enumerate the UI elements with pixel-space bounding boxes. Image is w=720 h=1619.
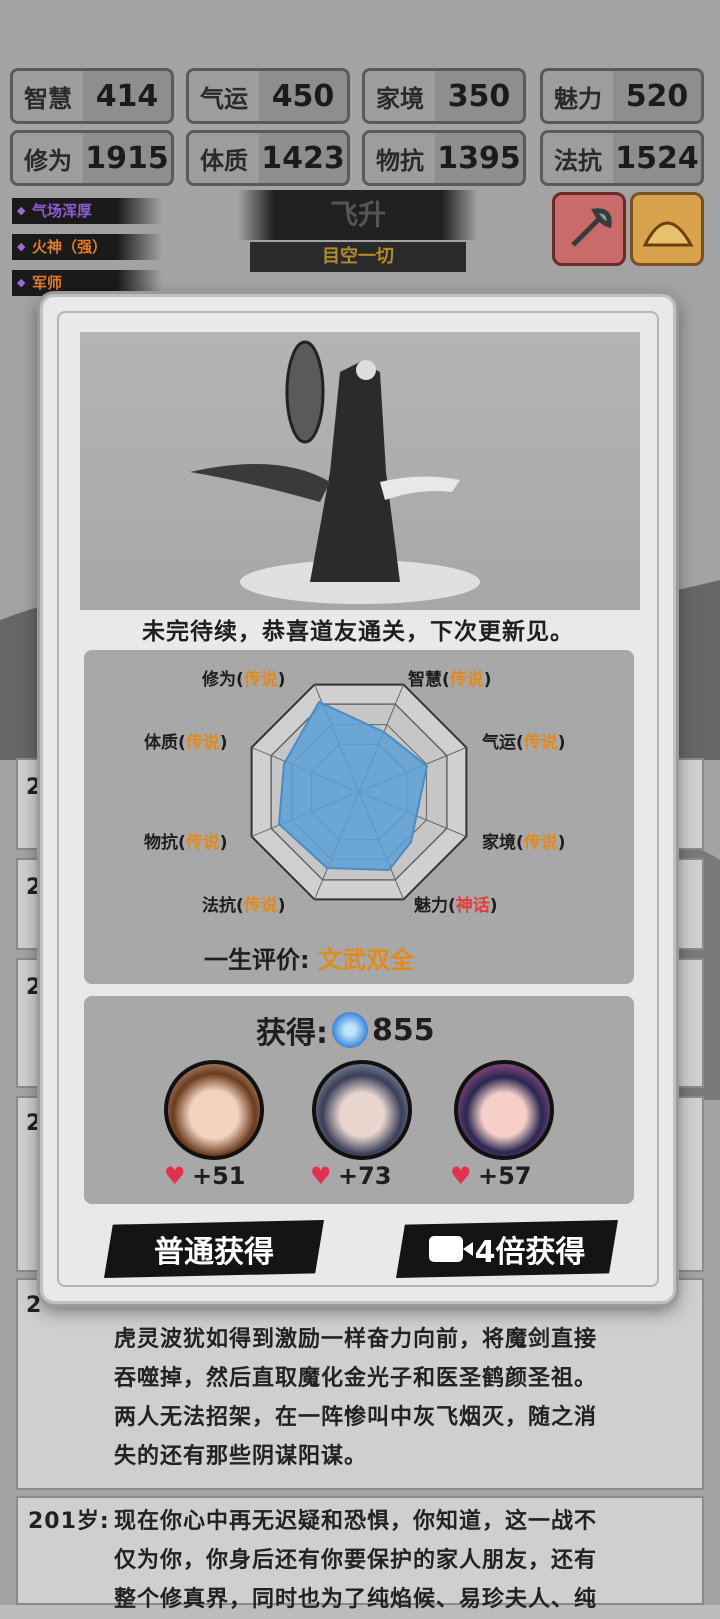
- heart-icon: ♥: [450, 1162, 472, 1190]
- affection-value: +51: [192, 1162, 246, 1190]
- heart-icon: ♥: [164, 1162, 186, 1190]
- companion-avatar-3: [454, 1060, 554, 1160]
- stat-charm: 魅力 520: [540, 68, 704, 124]
- heart-icon: ♥: [310, 1162, 332, 1190]
- stat-constitution: 体质 1423: [186, 130, 350, 186]
- evaluation: 一生评价: 文武双全: [204, 946, 414, 974]
- stat-magic-resist: 法抗 1524: [540, 130, 704, 186]
- claim-4x-button[interactable]: 4倍获得: [396, 1220, 618, 1278]
- ascension-artwork: [80, 332, 640, 610]
- axe-icon: [571, 208, 612, 247]
- spirit-flame-icon: [332, 1012, 368, 1048]
- equipment-slot[interactable]: [552, 192, 626, 266]
- companion-avatar-2: [312, 1060, 412, 1160]
- radar-label-constitution: 体质(传说): [144, 733, 228, 753]
- stat-wisdom: 智慧 414: [10, 68, 174, 124]
- trait-item[interactable]: 气场浑厚: [12, 198, 162, 224]
- log-entry: 201岁: 现在你心中再无迟疑和恐惧，你知道，这一战不 仅为你，你身后还有你要保…: [16, 1496, 704, 1612]
- radar-panel: 修为(传说) 智慧(传说) 气运(传说) 家境(传说) 魅力(神话) 法抗(传说…: [84, 650, 634, 984]
- video-icon: [428, 1236, 473, 1262]
- normal-claim-button[interactable]: 普通获得: [104, 1220, 324, 1278]
- reward-summary: 获得: 855: [256, 1012, 435, 1051]
- stat-family: 家境 350: [362, 68, 526, 124]
- log-text-block: 现在你心中再无迟疑和恐惧，你知道，这一战不 仅为你，你身后还有你要保护的家人朋友…: [114, 1509, 598, 1612]
- trait-item[interactable]: 军师: [12, 270, 162, 296]
- radar-label-magic-resist: 法抗(传说): [202, 896, 286, 916]
- radar-label-cultivation: 修为(传说): [202, 670, 286, 690]
- affection-value: +73: [338, 1162, 392, 1190]
- log-age: 201岁:: [28, 1509, 110, 1534]
- equipment-slot[interactable]: [630, 192, 704, 266]
- radar-label-charm: 魅力(神话): [414, 896, 498, 916]
- stat-luck: 气运 450: [186, 68, 350, 124]
- immortal-figure-image: [190, 340, 480, 604]
- companion-avatar-1: [164, 1060, 264, 1160]
- radar-label-luck: 气运(传说): [482, 733, 566, 753]
- realm-subtitle: 目空一切: [250, 242, 466, 272]
- congrats-message: 未完待续，恭喜道友通关，下次更新见。: [142, 619, 574, 645]
- fan-icon: [642, 221, 694, 247]
- radar-label-physical-resist: 物抗(传说): [144, 833, 228, 853]
- realm-title: 飞升: [238, 190, 478, 240]
- log-entry: 虎灵波犹如得到激励一样奋力向前，将魔剑直接 吞噬掉，然后直取魔化金光子和医圣鹤颜…: [16, 1278, 704, 1490]
- radar-chart: [250, 683, 468, 901]
- log-text-block: 虎灵波犹如得到激励一样奋力向前，将魔剑直接 吞噬掉，然后直取魔化金光子和医圣鹤颜…: [114, 1327, 598, 1469]
- stat-physical-resist: 物抗 1395: [362, 130, 526, 186]
- rewards-panel: 获得: 855 ♥ +51 ♥ +73 ♥ +57: [84, 996, 634, 1204]
- radar-label-family: 家境(传说): [482, 833, 566, 853]
- trait-item[interactable]: 火神（强）: [12, 234, 162, 260]
- stat-cultivation: 修为 1915: [10, 130, 174, 186]
- affection-value: +57: [478, 1162, 532, 1190]
- radar-label-wisdom: 智慧(传说): [408, 670, 492, 690]
